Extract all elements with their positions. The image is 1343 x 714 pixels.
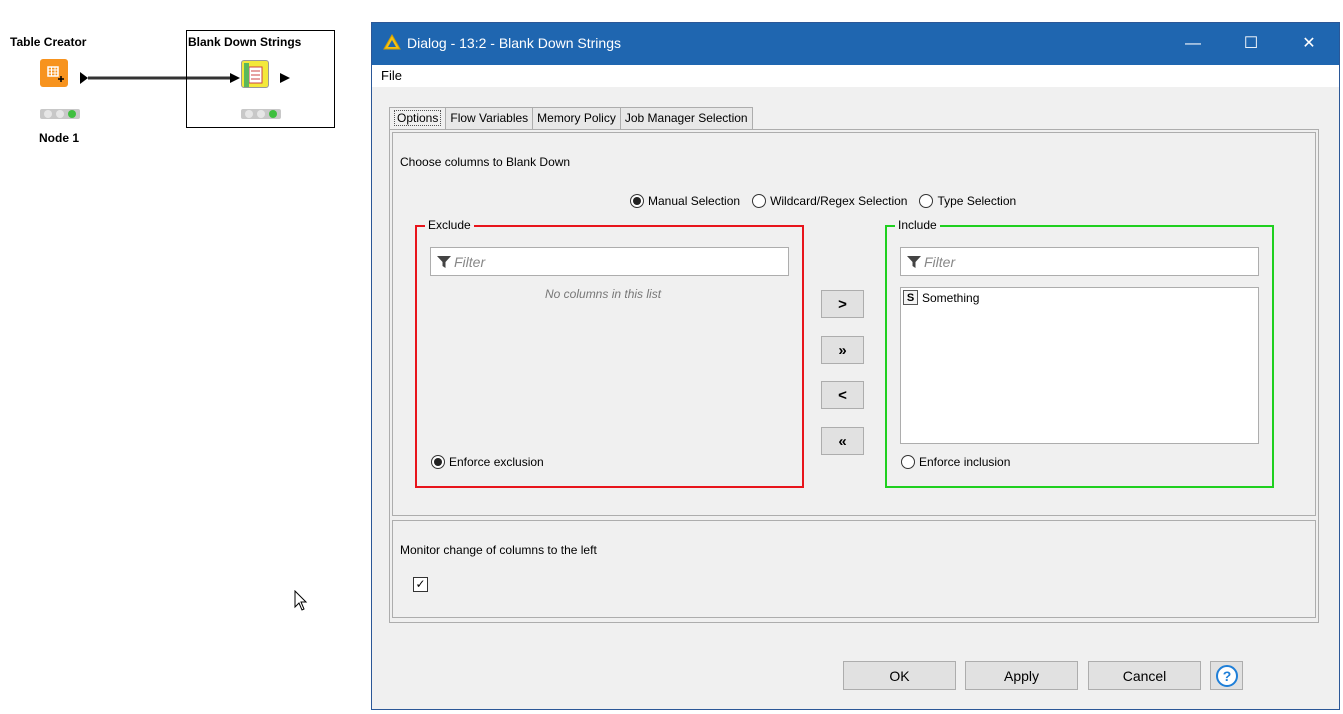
radio-type-dot <box>919 194 934 208</box>
dialog-title: Dialog - 13:2 - Blank Down Strings <box>407 35 621 51</box>
node-title-table-creator: Table Creator <box>10 35 87 49</box>
help-button[interactable]: ? <box>1210 661 1243 690</box>
tab-options[interactable]: Options <box>389 107 447 131</box>
radio-manual-selection[interactable]: Manual Selection <box>630 194 740 208</box>
monitor-checkbox[interactable]: ✓ <box>413 577 428 592</box>
node-label-table-creator: Node 1 <box>39 131 80 145</box>
ok-button[interactable]: OK <box>843 661 956 690</box>
string-type-icon: S <box>903 290 918 305</box>
apply-button[interactable]: Apply <box>965 661 1078 690</box>
monitor-section: Monitor change of columns to the left ✓ <box>392 520 1316 618</box>
tab-bar: Options Flow Variables Memory Policy Job… <box>389 107 753 131</box>
include-filter-input[interactable]: Filter <box>900 247 1259 276</box>
table-creator-node-icon[interactable] <box>40 59 68 87</box>
maximize-button[interactable]: ☐ <box>1222 23 1280 65</box>
move-right-button[interactable]: > <box>821 290 864 318</box>
exclude-filter-input[interactable]: Filter <box>430 247 789 276</box>
node-status-table-creator <box>40 109 80 119</box>
monitor-label: Monitor change of columns to the left <box>400 543 597 557</box>
include-group: Include Filter S Something Enforce inclu… <box>885 218 1274 488</box>
blank-down-node-icon[interactable] <box>241 60 269 88</box>
radio-wildcard-selection[interactable]: Wildcard/Regex Selection <box>752 194 907 208</box>
exclude-empty-text: No columns in this list <box>545 287 662 301</box>
filter-icon <box>437 255 451 268</box>
filter-icon <box>907 255 921 268</box>
enforce-exclusion-dot <box>431 455 445 469</box>
column-name: Something <box>922 290 980 305</box>
enforce-exclusion-radio[interactable]: Enforce exclusion <box>431 455 544 469</box>
node-title-blank-down: Blank Down Strings <box>188 35 302 49</box>
options-panel: Choose columns to Blank Down Manual Sele… <box>389 129 1319 623</box>
list-item[interactable]: S Something <box>903 290 979 305</box>
move-all-left-button[interactable]: « <box>821 427 864 455</box>
close-button[interactable]: ✕ <box>1280 23 1338 65</box>
tab-flow-variables[interactable]: Flow Variables <box>445 107 534 130</box>
radio-wildcard-dot <box>752 194 767 208</box>
move-all-right-button[interactable]: » <box>821 336 864 364</box>
dialog-titlebar[interactable]: Dialog - 13:2 - Blank Down Strings — ☐ ✕ <box>372 23 1339 65</box>
enforce-inclusion-radio[interactable]: Enforce inclusion <box>901 455 1010 469</box>
include-legend: Include <box>895 218 940 232</box>
mouse-cursor-icon <box>294 589 308 615</box>
column-selection-section: Choose columns to Blank Down Manual Sele… <box>392 132 1316 516</box>
tab-job-manager-selection[interactable]: Job Manager Selection <box>619 107 753 130</box>
menubar: File <box>372 65 1339 87</box>
exclude-group: Exclude Filter No columns in this list E… <box>415 218 804 488</box>
section-title: Choose columns to Blank Down <box>400 155 571 169</box>
dialog-window: Dialog - 13:2 - Blank Down Strings — ☐ ✕… <box>371 22 1340 710</box>
move-left-button[interactable]: < <box>821 381 864 409</box>
node-status-blank-down <box>241 109 281 119</box>
svg-text:?: ? <box>1222 668 1231 684</box>
selection-mode-group: Manual Selection Wildcard/Regex Selectio… <box>630 194 1016 208</box>
radio-manual-dot <box>630 194 644 208</box>
cancel-button[interactable]: Cancel <box>1088 661 1201 690</box>
tab-memory-policy[interactable]: Memory Policy <box>532 107 621 130</box>
exclude-legend: Exclude <box>425 218 474 232</box>
radio-type-selection[interactable]: Type Selection <box>919 194 1016 208</box>
include-column-list[interactable]: S Something <box>900 287 1259 444</box>
minimize-button[interactable]: — <box>1164 23 1222 65</box>
help-icon: ? <box>1215 664 1238 687</box>
enforce-inclusion-dot <box>901 455 915 469</box>
menu-file[interactable]: File <box>381 68 402 83</box>
knime-warning-icon <box>383 33 401 53</box>
